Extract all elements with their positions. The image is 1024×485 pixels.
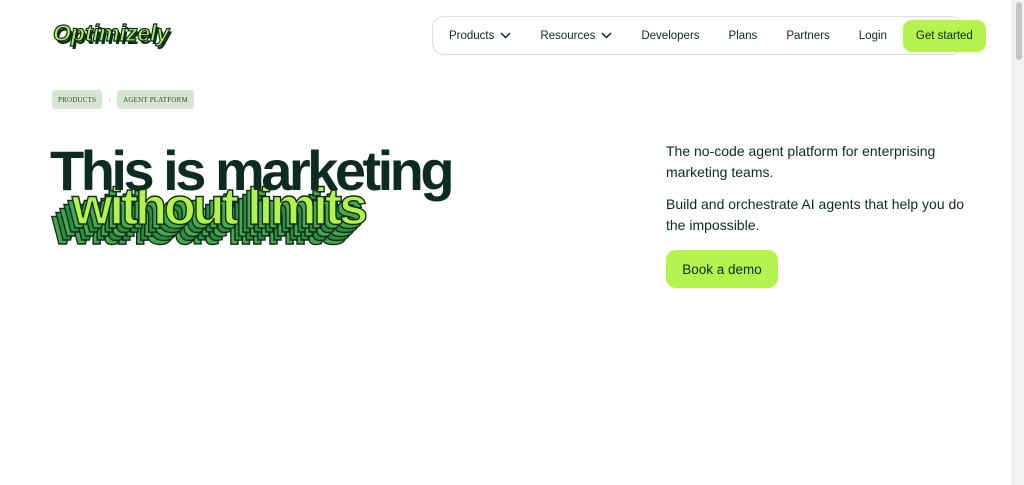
breadcrumb-agent-platform[interactable]: AGENT PLATFORM <box>117 90 194 109</box>
optimizely-logo[interactable]: Optimizely Optimizely <box>52 14 174 56</box>
breadcrumb: PRODUCTS › AGENT PLATFORM <box>52 90 194 109</box>
chevron-down-icon <box>500 32 511 39</box>
page-scrollbar[interactable] <box>1012 0 1024 485</box>
headline-line-1: This is marketing <box>50 140 451 202</box>
nav-login[interactable]: Login <box>859 30 887 42</box>
breadcrumb-products[interactable]: PRODUCTS <box>52 90 103 109</box>
book-demo-button[interactable]: Book a demo <box>666 250 778 288</box>
logo-text: Optimizely <box>53 20 171 46</box>
nav-partners[interactable]: Partners <box>786 30 829 42</box>
nav-resources-label: Resources <box>540 29 596 42</box>
nav-resources[interactable]: Resources <box>540 30 612 42</box>
breadcrumb-separator: › <box>108 94 112 105</box>
nav-products[interactable]: Products <box>449 30 511 42</box>
nav-developers[interactable]: Developers <box>641 30 699 42</box>
intro-paragraph-2: Build and orchestrate AI agents that hel… <box>666 196 965 233</box>
hero-headline: without limitswithout limitswithout limi… <box>50 140 455 257</box>
nav-plans[interactable]: Plans <box>729 30 758 42</box>
intro-paragraph-1: The no-code agent platform for enterpris… <box>666 143 936 180</box>
chevron-down-icon <box>601 32 612 39</box>
nav-products-label: Products <box>449 29 495 42</box>
hero-intro: The no-code agent platform for enterpris… <box>666 141 966 236</box>
scrollbar-thumb[interactable] <box>1016 2 1022 60</box>
main-nav: Products Resources Developers Plans Part… <box>432 16 986 55</box>
get-started-button[interactable]: Get started <box>902 19 986 52</box>
